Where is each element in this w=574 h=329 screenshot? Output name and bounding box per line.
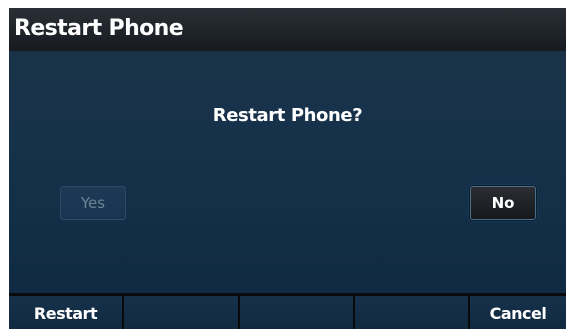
- dialog-prompt: Restart Phone?: [212, 105, 363, 126]
- no-button[interactable]: No: [470, 186, 536, 220]
- yes-button[interactable]: Yes: [60, 186, 126, 220]
- dialog-panel: Restart Phone? Yes No: [9, 51, 566, 293]
- softkey-restart[interactable]: Restart: [9, 296, 122, 329]
- phone-screen: Restart Phone Restart Phone? Yes No Rest…: [9, 8, 566, 329]
- softkey-3[interactable]: [240, 296, 353, 329]
- softkey-bar: Restart Cancel: [9, 293, 566, 329]
- softkey-2[interactable]: [124, 296, 238, 329]
- softkey-cancel[interactable]: Cancel: [470, 296, 566, 329]
- softkey-4[interactable]: [355, 296, 468, 329]
- screen-title: Restart Phone: [14, 16, 184, 41]
- title-bar: Restart Phone: [9, 8, 566, 51]
